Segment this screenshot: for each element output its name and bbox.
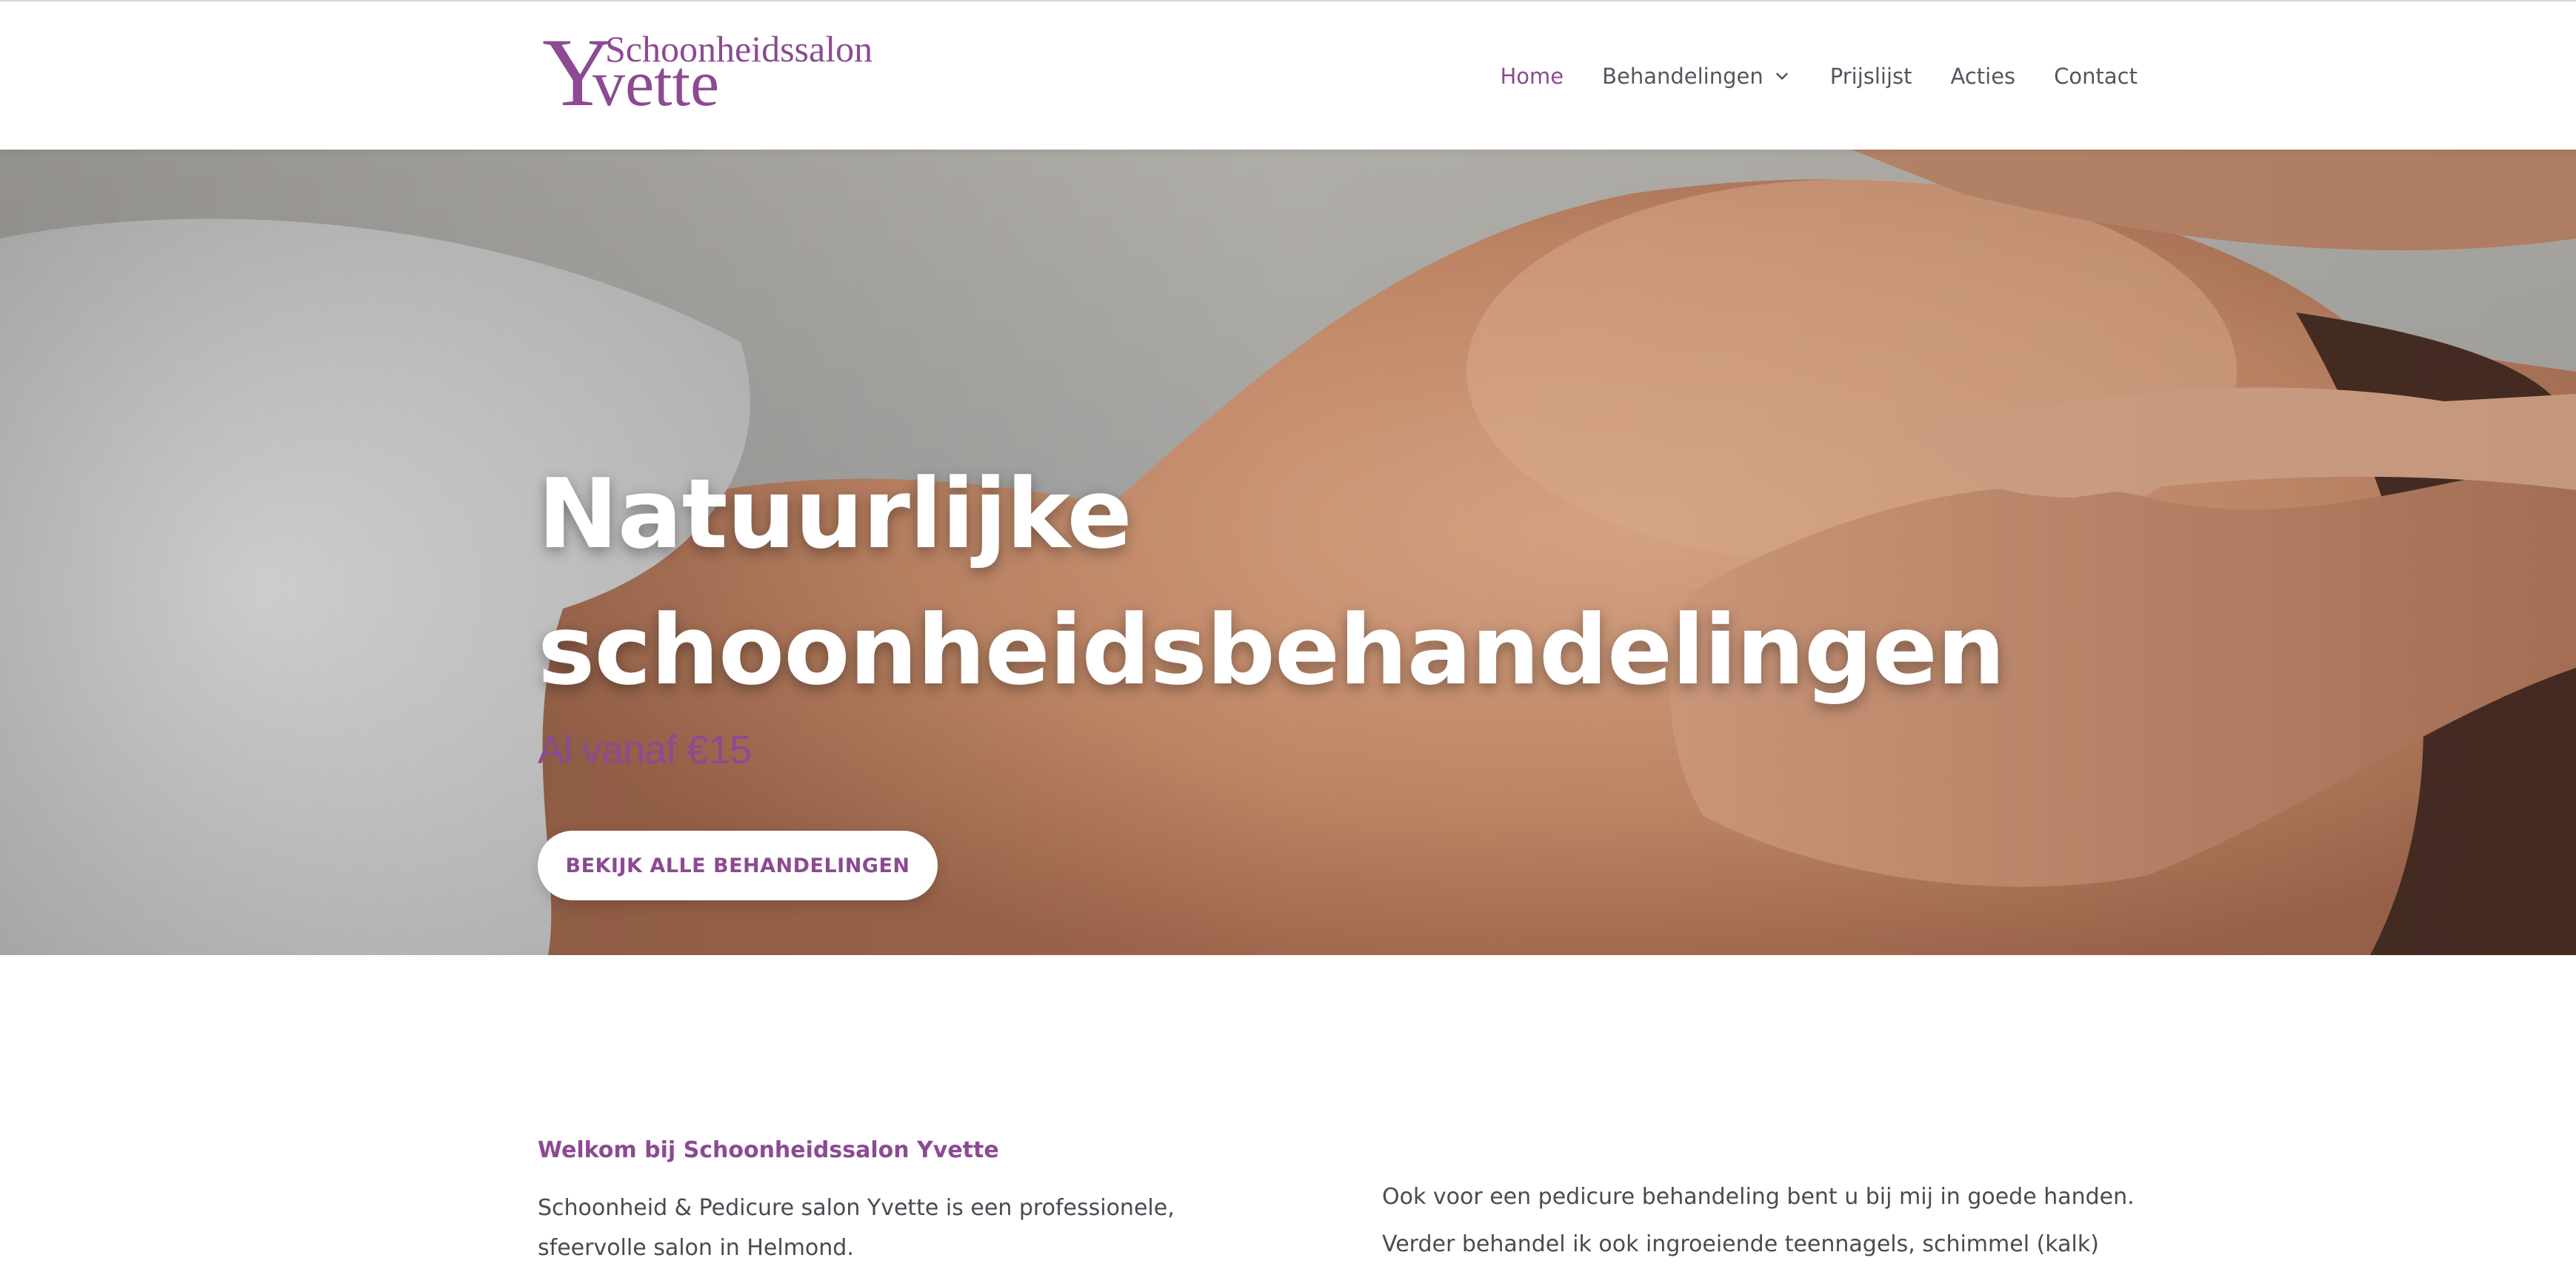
nav-item-label: Home [1500,64,1564,89]
pedicure-paragraph: Ook voor een pedicure behandeling bent u… [1382,1184,2135,1210]
nav-item-acties[interactable]: Acties [1951,64,2016,89]
logo-text-vette: vette [593,48,720,120]
nav-item-behandelingen[interactable]: Behandelingen [1602,64,1792,89]
welcome-heading: Welkom bij Schoonheidssalon Yvette [538,1137,999,1163]
intro-right-column: Ook voor een pedicure behandeling bent u… [1382,1177,2167,1272]
intro-section: Welkom bij Schoonheidssalon Yvette Schoo… [0,955,2576,1272]
salon-logo[interactable]: Y Schoonheidssalon vette [539,24,872,121]
nav-item-label: Contact [2054,64,2138,89]
nav-item-home[interactable]: Home [1500,64,1564,89]
intro-left-column: Welkom bij Schoonheidssalon Yvette Schoo… [538,1137,1278,1268]
hero-subtitle: Al vanaf €15 [538,728,752,772]
nav-item-label: Prijslijst [1829,64,1912,89]
view-all-treatments-button[interactable]: BEKIJK ALLE BEHANDELINGEN [538,831,938,900]
main-navigation: Home Behandelingen Prijslijst Acties Con… [1461,1,2138,151]
hero-banner: Natuurlijke schoonheidsbehandelingen Al … [0,150,2576,955]
hero-title-line-1: Natuurlijke [538,458,1132,570]
nav-item-contact[interactable]: Contact [2054,64,2138,89]
treatments-paragraph: Verder behandel ik ook ingroeiende teenn… [1382,1231,2099,1272]
hero-title: Natuurlijke schoonheidsbehandelingen [538,446,2019,718]
intro-paragraph: Schoonheid & Pedicure salon Yvette is ee… [538,1195,1175,1261]
hero-title-line-2: schoonheidsbehandelingen [538,594,2006,706]
nav-item-label: Acties [1950,64,2016,89]
site-header: Y Schoonheidssalon vette Home Behandelin… [0,0,2576,150]
chevron-down-icon [1775,73,1788,80]
nav-item-prijslijst[interactable]: Prijslijst [1830,64,1912,89]
nav-item-label: Behandelingen [1602,64,1764,89]
